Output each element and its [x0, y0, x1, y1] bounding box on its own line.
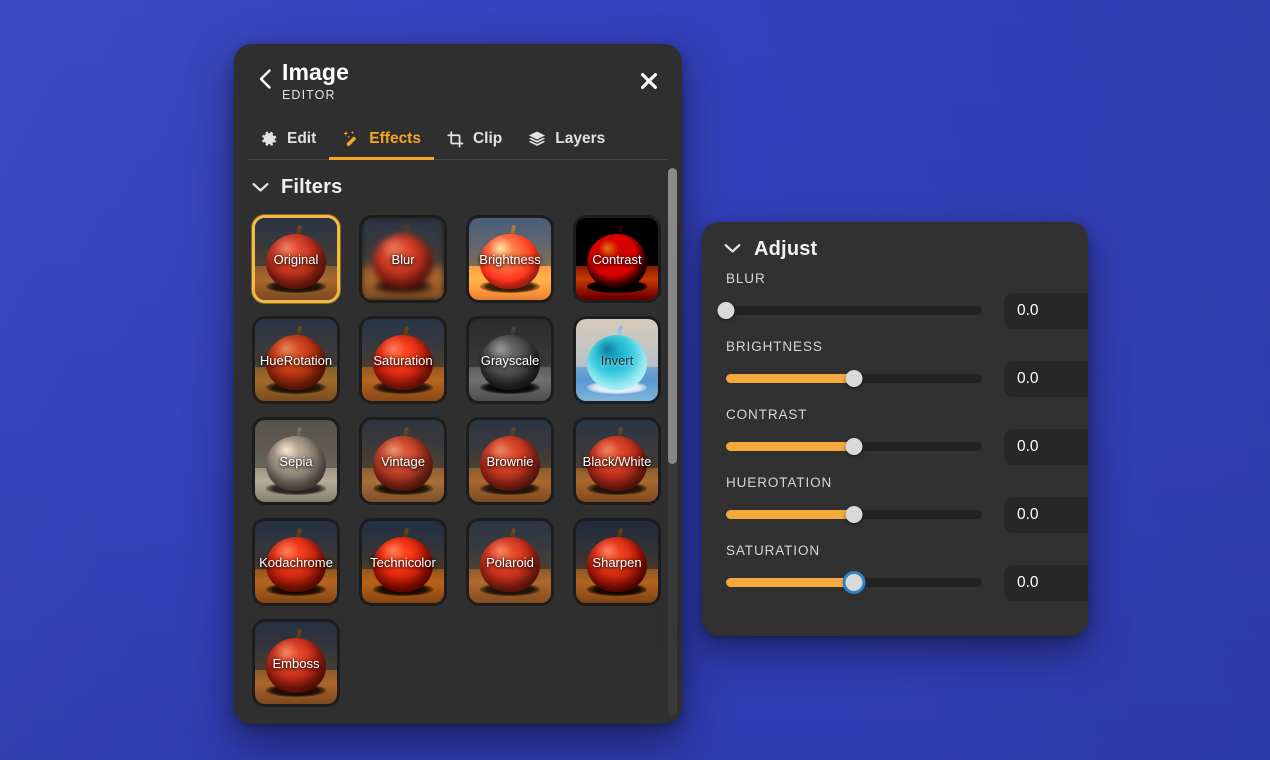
- chevron-down-icon: [252, 182, 269, 193]
- slider-row-contrast: CONTRAST 0.0: [702, 407, 1088, 475]
- slider-fill: [726, 441, 854, 451]
- slider-thumb[interactable]: [845, 369, 863, 387]
- filters-section-header[interactable]: Filters: [234, 160, 682, 199]
- close-icon: [641, 73, 657, 89]
- slider-thumb[interactable]: [717, 301, 735, 319]
- filter-tile-emboss[interactable]: Emboss: [252, 619, 340, 707]
- slider-fill: [726, 509, 854, 519]
- back-button[interactable]: [254, 62, 276, 96]
- slider-label-huerotation: HUEROTATION: [726, 475, 833, 490]
- slider-value-blur[interactable]: 0.0: [1004, 293, 1088, 329]
- slider-value-saturation[interactable]: 0.0: [1004, 565, 1088, 601]
- editor-scrollbar[interactable]: [668, 168, 677, 716]
- slider-blur[interactable]: [717, 301, 982, 319]
- slider-value-brightness[interactable]: 0.0: [1004, 361, 1088, 397]
- filter-tile-brightness[interactable]: Brightness: [466, 215, 554, 303]
- slider-thumb[interactable]: [845, 505, 863, 523]
- slider-track: [726, 305, 982, 315]
- filter-tile-contrast[interactable]: Contrast: [573, 215, 661, 303]
- filter-thumbnail-image: [255, 218, 337, 300]
- filters-scroll-area: Filters Original Blur Brightness Contrast Hu…: [234, 160, 682, 724]
- filter-thumbnail-image: [469, 420, 551, 502]
- slider-contrast[interactable]: [726, 437, 982, 455]
- filter-thumbnail-image: [255, 622, 337, 704]
- slider-label-blur: BLUR: [726, 271, 766, 286]
- filter-thumbnail-image: [362, 319, 444, 401]
- layers-icon: [528, 130, 546, 148]
- filter-thumbnail-image: [576, 218, 658, 300]
- slider-label-brightness: BRIGHTNESS: [726, 339, 823, 354]
- filter-thumbnail-image: [255, 319, 337, 401]
- slider-label-contrast: CONTRAST: [726, 407, 808, 422]
- slider-thumb[interactable]: [845, 573, 863, 591]
- filters-section-title: Filters: [281, 176, 343, 198]
- close-button[interactable]: [636, 68, 662, 94]
- image-editor-panel: Image EDITOR Edit Effects Clip Layers Fi…: [234, 44, 682, 724]
- filter-tile-huerotation[interactable]: HueRotation: [252, 316, 340, 404]
- tab-effects[interactable]: Effects: [329, 122, 434, 160]
- editor-header: Image EDITOR: [234, 44, 682, 114]
- slider-row-blur: BLUR 0.0: [702, 271, 1088, 339]
- chevron-down-icon: [724, 241, 741, 259]
- tab-clip[interactable]: Clip: [434, 122, 515, 160]
- slider-huerotation[interactable]: [726, 505, 982, 523]
- filter-thumbnail-image: [469, 319, 551, 401]
- crop-icon: [447, 130, 464, 148]
- slider-row-huerotation: HUEROTATION 0.0: [702, 475, 1088, 543]
- chevron-left-icon: [259, 69, 271, 89]
- slider-thumb[interactable]: [845, 437, 863, 455]
- editor-scrollbar-thumb[interactable]: [668, 168, 677, 464]
- slider-label-saturation: SATURATION: [726, 543, 821, 558]
- tab-label: Edit: [287, 130, 317, 147]
- filter-thumbnail-image: [255, 521, 337, 603]
- filter-tile-kodachrome[interactable]: Kodachrome: [252, 518, 340, 606]
- filter-tile-original[interactable]: Original: [252, 215, 340, 303]
- filter-tile-technicolor[interactable]: Technicolor: [359, 518, 447, 606]
- tab-label: Layers: [555, 130, 606, 147]
- tab-layers[interactable]: Layers: [515, 122, 618, 160]
- filter-thumbnail-image: [255, 420, 337, 502]
- filter-thumbnail-image: [362, 420, 444, 502]
- adjust-title: Adjust: [754, 238, 818, 260]
- slider-row-brightness: BRIGHTNESS 0.0: [702, 339, 1088, 407]
- page-title: Image: [282, 59, 349, 85]
- filter-thumbnail-image: [469, 521, 551, 603]
- slider-fill: [726, 373, 854, 383]
- tab-edit[interactable]: Edit: [248, 122, 329, 160]
- filter-tile-polaroid[interactable]: Polaroid: [466, 518, 554, 606]
- adjust-sliders-list: BLUR 0.0 BRIGHTNESS 0.0 CONTRAST 0.0 HUEROTATI…: [702, 261, 1088, 611]
- magic-wand-icon: [342, 130, 360, 148]
- filter-tile-grayscale[interactable]: Grayscale: [466, 316, 554, 404]
- tab-label: Effects: [369, 130, 421, 147]
- filter-tile-sharpen[interactable]: Sharpen: [573, 518, 661, 606]
- filter-thumbnail-image: [469, 218, 551, 300]
- filter-thumbnail-image: [576, 420, 658, 502]
- filter-tile-brownie[interactable]: Brownie: [466, 417, 554, 505]
- filter-tile-black-white[interactable]: Black/White: [573, 417, 661, 505]
- editor-tabs: Edit Effects Clip Layers: [234, 122, 682, 160]
- slider-brightness[interactable]: [726, 369, 982, 387]
- slider-fill: [726, 577, 854, 587]
- filter-thumbnail-image: [576, 319, 658, 401]
- gear-icon: [261, 131, 278, 148]
- slider-value-contrast[interactable]: 0.0: [1004, 429, 1088, 465]
- filter-tile-sepia[interactable]: Sepia: [252, 417, 340, 505]
- slider-value-huerotation[interactable]: 0.0: [1004, 497, 1088, 533]
- tab-label: Clip: [472, 130, 503, 147]
- filter-thumbnail-image: [362, 521, 444, 603]
- page-subtitle: EDITOR: [282, 88, 336, 102]
- filters-grid: Original Blur Brightness Contrast HueRotatio…: [234, 199, 682, 724]
- adjust-panel: Adjust BLUR 0.0 BRIGHTNESS 0.0 CONTRAST 0.0 HU…: [702, 222, 1088, 636]
- filter-tile-invert[interactable]: Invert: [573, 316, 661, 404]
- filter-tile-vintage[interactable]: Vintage: [359, 417, 447, 505]
- filter-thumbnail-image: [576, 521, 658, 603]
- filter-thumbnail-image: [362, 218, 444, 300]
- adjust-section-header[interactable]: Adjust: [702, 222, 1088, 261]
- slider-row-saturation: SATURATION 0.0: [702, 543, 1088, 611]
- filter-tile-saturation[interactable]: Saturation: [359, 316, 447, 404]
- slider-saturation[interactable]: [726, 573, 982, 591]
- editor-title-block: Image EDITOR: [282, 58, 349, 104]
- filter-tile-blur[interactable]: Blur: [359, 215, 447, 303]
